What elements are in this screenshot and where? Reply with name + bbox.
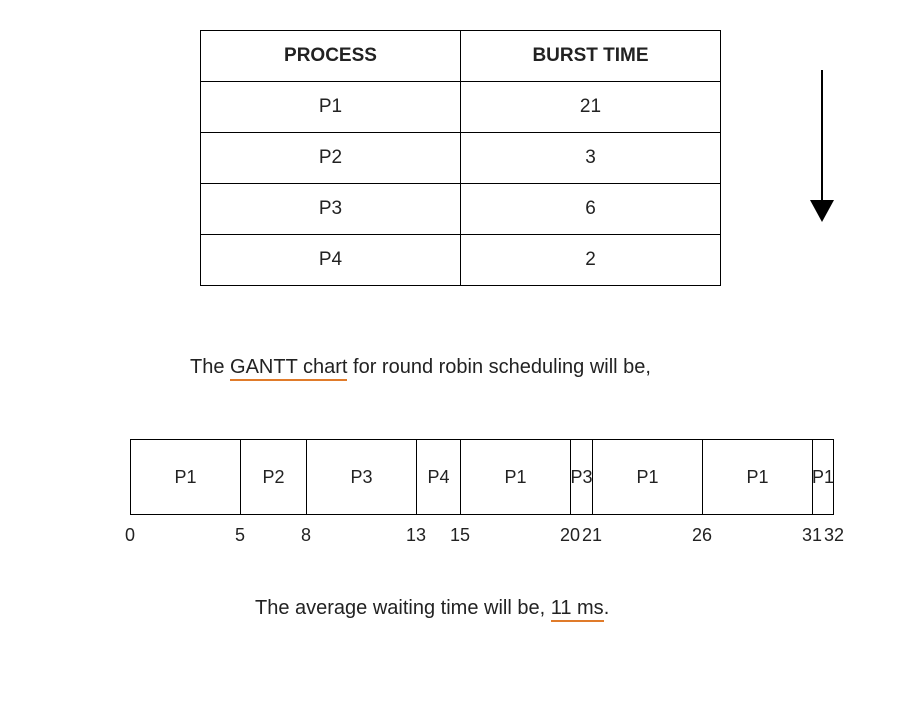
gantt-tick: 21 <box>582 525 602 546</box>
caption-suffix: for round robin scheduling will be, <box>347 356 651 378</box>
cell-burst: 6 <box>461 184 721 235</box>
gantt-tick: 0 <box>125 525 135 546</box>
gantt-tick: 32 <box>824 525 844 546</box>
gantt-tick: 8 <box>301 525 311 546</box>
cell-burst: 2 <box>461 235 721 286</box>
gantt-segment: P3 <box>570 439 592 515</box>
gantt-tick: 5 <box>235 525 245 546</box>
cell-burst: 3 <box>461 133 721 184</box>
gantt-tick: 20 <box>560 525 580 546</box>
table-row: P3 6 <box>201 184 721 235</box>
cell-process: P3 <box>201 184 461 235</box>
table-row: P1 21 <box>201 82 721 133</box>
gantt-segment: P4 <box>416 439 460 515</box>
header-process: PROCESS <box>201 31 461 82</box>
gantt-tick: 15 <box>450 525 470 546</box>
cell-process: P1 <box>201 82 461 133</box>
caption2-suffix: . <box>604 597 610 619</box>
process-table: PROCESS BURST TIME P1 21 P2 3 P3 6 P4 2 <box>200 30 721 286</box>
gantt-segment: P1 <box>702 439 812 515</box>
gantt-tick: 13 <box>406 525 426 546</box>
gantt-segment: P2 <box>240 439 306 515</box>
gantt-caption: The GANTT chart for round robin scheduli… <box>190 356 889 379</box>
cell-process: P2 <box>201 133 461 184</box>
caption-prefix: The <box>190 356 230 378</box>
avg-wait-caption: The average waiting time will be, 11 ms. <box>255 597 889 620</box>
gantt-segment: P1 <box>812 439 834 515</box>
gantt-chart: P1P2P3P4P1P3P1P1P1 05813152021263132 <box>130 439 889 559</box>
gantt-segment: P1 <box>460 439 570 515</box>
caption2-prefix: The average waiting time will be, <box>255 597 551 619</box>
cell-process: P4 <box>201 235 461 286</box>
gantt-segment: P3 <box>306 439 416 515</box>
down-arrow-icon <box>810 70 834 222</box>
header-burst: BURST TIME <box>461 31 721 82</box>
gantt-segment: P1 <box>130 439 240 515</box>
caption-underlined: GANTT chart <box>230 356 347 381</box>
gantt-tick: 31 <box>802 525 822 546</box>
caption2-underlined: 11 ms <box>551 597 604 622</box>
gantt-tick: 26 <box>692 525 712 546</box>
table-row: P2 3 <box>201 133 721 184</box>
gantt-segment: P1 <box>592 439 702 515</box>
table-row: P4 2 <box>201 235 721 286</box>
cell-burst: 21 <box>461 82 721 133</box>
